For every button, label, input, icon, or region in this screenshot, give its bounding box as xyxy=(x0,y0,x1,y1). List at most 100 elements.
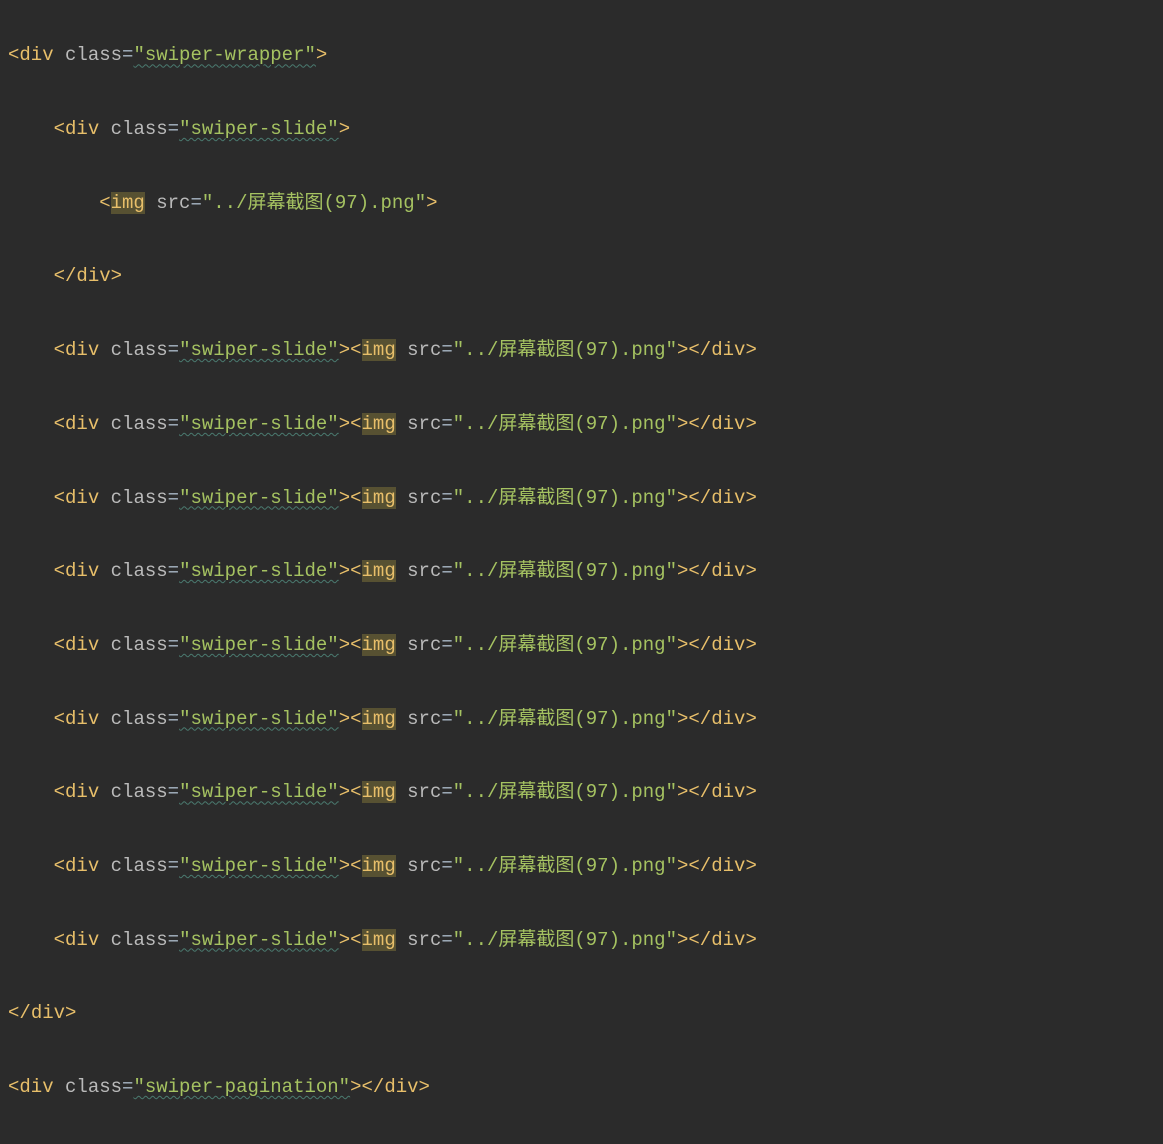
code-editor[interactable]: <div class="swiper-wrapper"> <div class=… xyxy=(0,0,1163,1144)
code-line-14[interactable]: </div> xyxy=(8,992,1155,1035)
string-src-path: "../屏幕截图(97).png" xyxy=(453,708,677,730)
equals: = xyxy=(441,413,452,435)
tag-div: div xyxy=(76,265,110,287)
bracket: < xyxy=(54,339,65,361)
attr-src: src xyxy=(407,929,441,951)
tag-div: div xyxy=(711,413,745,435)
tag-div: div xyxy=(31,1002,65,1024)
tag-img-highlight: img xyxy=(362,708,396,730)
bracket: > xyxy=(316,44,327,66)
tag-div: div xyxy=(65,560,99,582)
indent xyxy=(8,265,54,287)
equals: = xyxy=(441,634,452,656)
code-line-10[interactable]: <div class="swiper-slide"><img src="../屏… xyxy=(8,698,1155,741)
code-line-4[interactable]: </div> xyxy=(8,255,1155,298)
bracket: > xyxy=(745,708,756,730)
bracket: > xyxy=(65,1002,76,1024)
code-line-11[interactable]: <div class="swiper-slide"><img src="../屏… xyxy=(8,771,1155,814)
space xyxy=(99,781,110,803)
attr-src: src xyxy=(407,781,441,803)
equals: = xyxy=(168,781,179,803)
code-line-15[interactable]: <div class="swiper-pagination"></div> xyxy=(8,1066,1155,1109)
bracket: < xyxy=(350,634,361,656)
equals: = xyxy=(122,44,133,66)
tag-div: div xyxy=(384,1076,418,1098)
bracket: > xyxy=(745,634,756,656)
string-swiper-slide: "swiper-slide" xyxy=(179,118,339,140)
string-src-path: "../屏幕截图(97).png" xyxy=(453,634,677,656)
bracket: < xyxy=(54,118,65,140)
bracket: > xyxy=(419,1076,430,1098)
bracket: </ xyxy=(8,1002,31,1024)
code-line-8[interactable]: <div class="swiper-slide"><img src="../屏… xyxy=(8,550,1155,593)
attr-class: class xyxy=(111,487,168,509)
tag-img-highlight: img xyxy=(362,560,396,582)
space xyxy=(396,929,407,951)
tag-div: div xyxy=(711,929,745,951)
bracket: < xyxy=(8,1076,19,1098)
space xyxy=(99,634,110,656)
space xyxy=(99,929,110,951)
attr-class: class xyxy=(111,339,168,361)
code-line-12[interactable]: <div class="swiper-slide"><img src="../屏… xyxy=(8,845,1155,888)
bracket: > xyxy=(745,781,756,803)
bracket: < xyxy=(54,487,65,509)
space xyxy=(396,339,407,361)
bracket: < xyxy=(54,708,65,730)
tag-img-highlight: img xyxy=(362,929,396,951)
bracket: > xyxy=(745,855,756,877)
bracket: > xyxy=(339,118,350,140)
indent xyxy=(8,560,54,582)
equals: = xyxy=(190,192,201,214)
indent xyxy=(8,781,54,803)
attr-class: class xyxy=(111,560,168,582)
bracket: < xyxy=(54,781,65,803)
code-line-3[interactable]: <img src="../屏幕截图(97).png"> xyxy=(8,182,1155,225)
tag-div: div xyxy=(19,1076,53,1098)
attr-class: class xyxy=(65,1076,122,1098)
equals: = xyxy=(441,339,452,361)
tag-div: div xyxy=(711,487,745,509)
tag-img-highlight: img xyxy=(362,781,396,803)
equals: = xyxy=(122,1076,133,1098)
code-line-2[interactable]: <div class="swiper-slide"> xyxy=(8,108,1155,151)
tag-img-highlight: img xyxy=(362,413,396,435)
string-swiper-slide: "swiper-slide" xyxy=(179,708,339,730)
code-line-5[interactable]: <div class="swiper-slide"><img src="../屏… xyxy=(8,329,1155,372)
bracket: > xyxy=(426,192,437,214)
tag-div: div xyxy=(711,560,745,582)
bracket: </ xyxy=(688,929,711,951)
bracket: < xyxy=(350,560,361,582)
string-src-path: "../屏幕截图(97).png" xyxy=(453,487,677,509)
tag-img-highlight: img xyxy=(362,339,396,361)
code-line-6[interactable]: <div class="swiper-slide"><img src="../屏… xyxy=(8,403,1155,446)
bracket: > xyxy=(350,1076,361,1098)
space xyxy=(99,487,110,509)
bracket: < xyxy=(54,413,65,435)
string-swiper-pagination: "swiper-pagination" xyxy=(133,1076,350,1098)
bracket: </ xyxy=(688,487,711,509)
bracket: > xyxy=(339,560,350,582)
attr-src: src xyxy=(156,192,190,214)
string-src-path: "../屏幕截图(97).png" xyxy=(453,855,677,877)
bracket: > xyxy=(745,929,756,951)
code-line-1[interactable]: <div class="swiper-wrapper"> xyxy=(8,34,1155,77)
attr-class: class xyxy=(65,44,122,66)
code-line-7[interactable]: <div class="swiper-slide"><img src="../屏… xyxy=(8,477,1155,520)
bracket: > xyxy=(677,413,688,435)
equals: = xyxy=(168,413,179,435)
indent xyxy=(8,339,54,361)
bracket: > xyxy=(339,487,350,509)
equals: = xyxy=(441,855,452,877)
indent xyxy=(8,708,54,730)
equals: = xyxy=(168,339,179,361)
indent xyxy=(8,118,54,140)
code-line-9[interactable]: <div class="swiper-slide"><img src="../屏… xyxy=(8,624,1155,667)
string-swiper-slide: "swiper-slide" xyxy=(179,634,339,656)
tag-div: div xyxy=(65,487,99,509)
bracket: > xyxy=(677,781,688,803)
code-line-13[interactable]: <div class="swiper-slide"><img src="../屏… xyxy=(8,919,1155,962)
string-src-path: "../屏幕截图(97).png" xyxy=(453,929,677,951)
bracket: > xyxy=(677,339,688,361)
bracket: < xyxy=(350,708,361,730)
